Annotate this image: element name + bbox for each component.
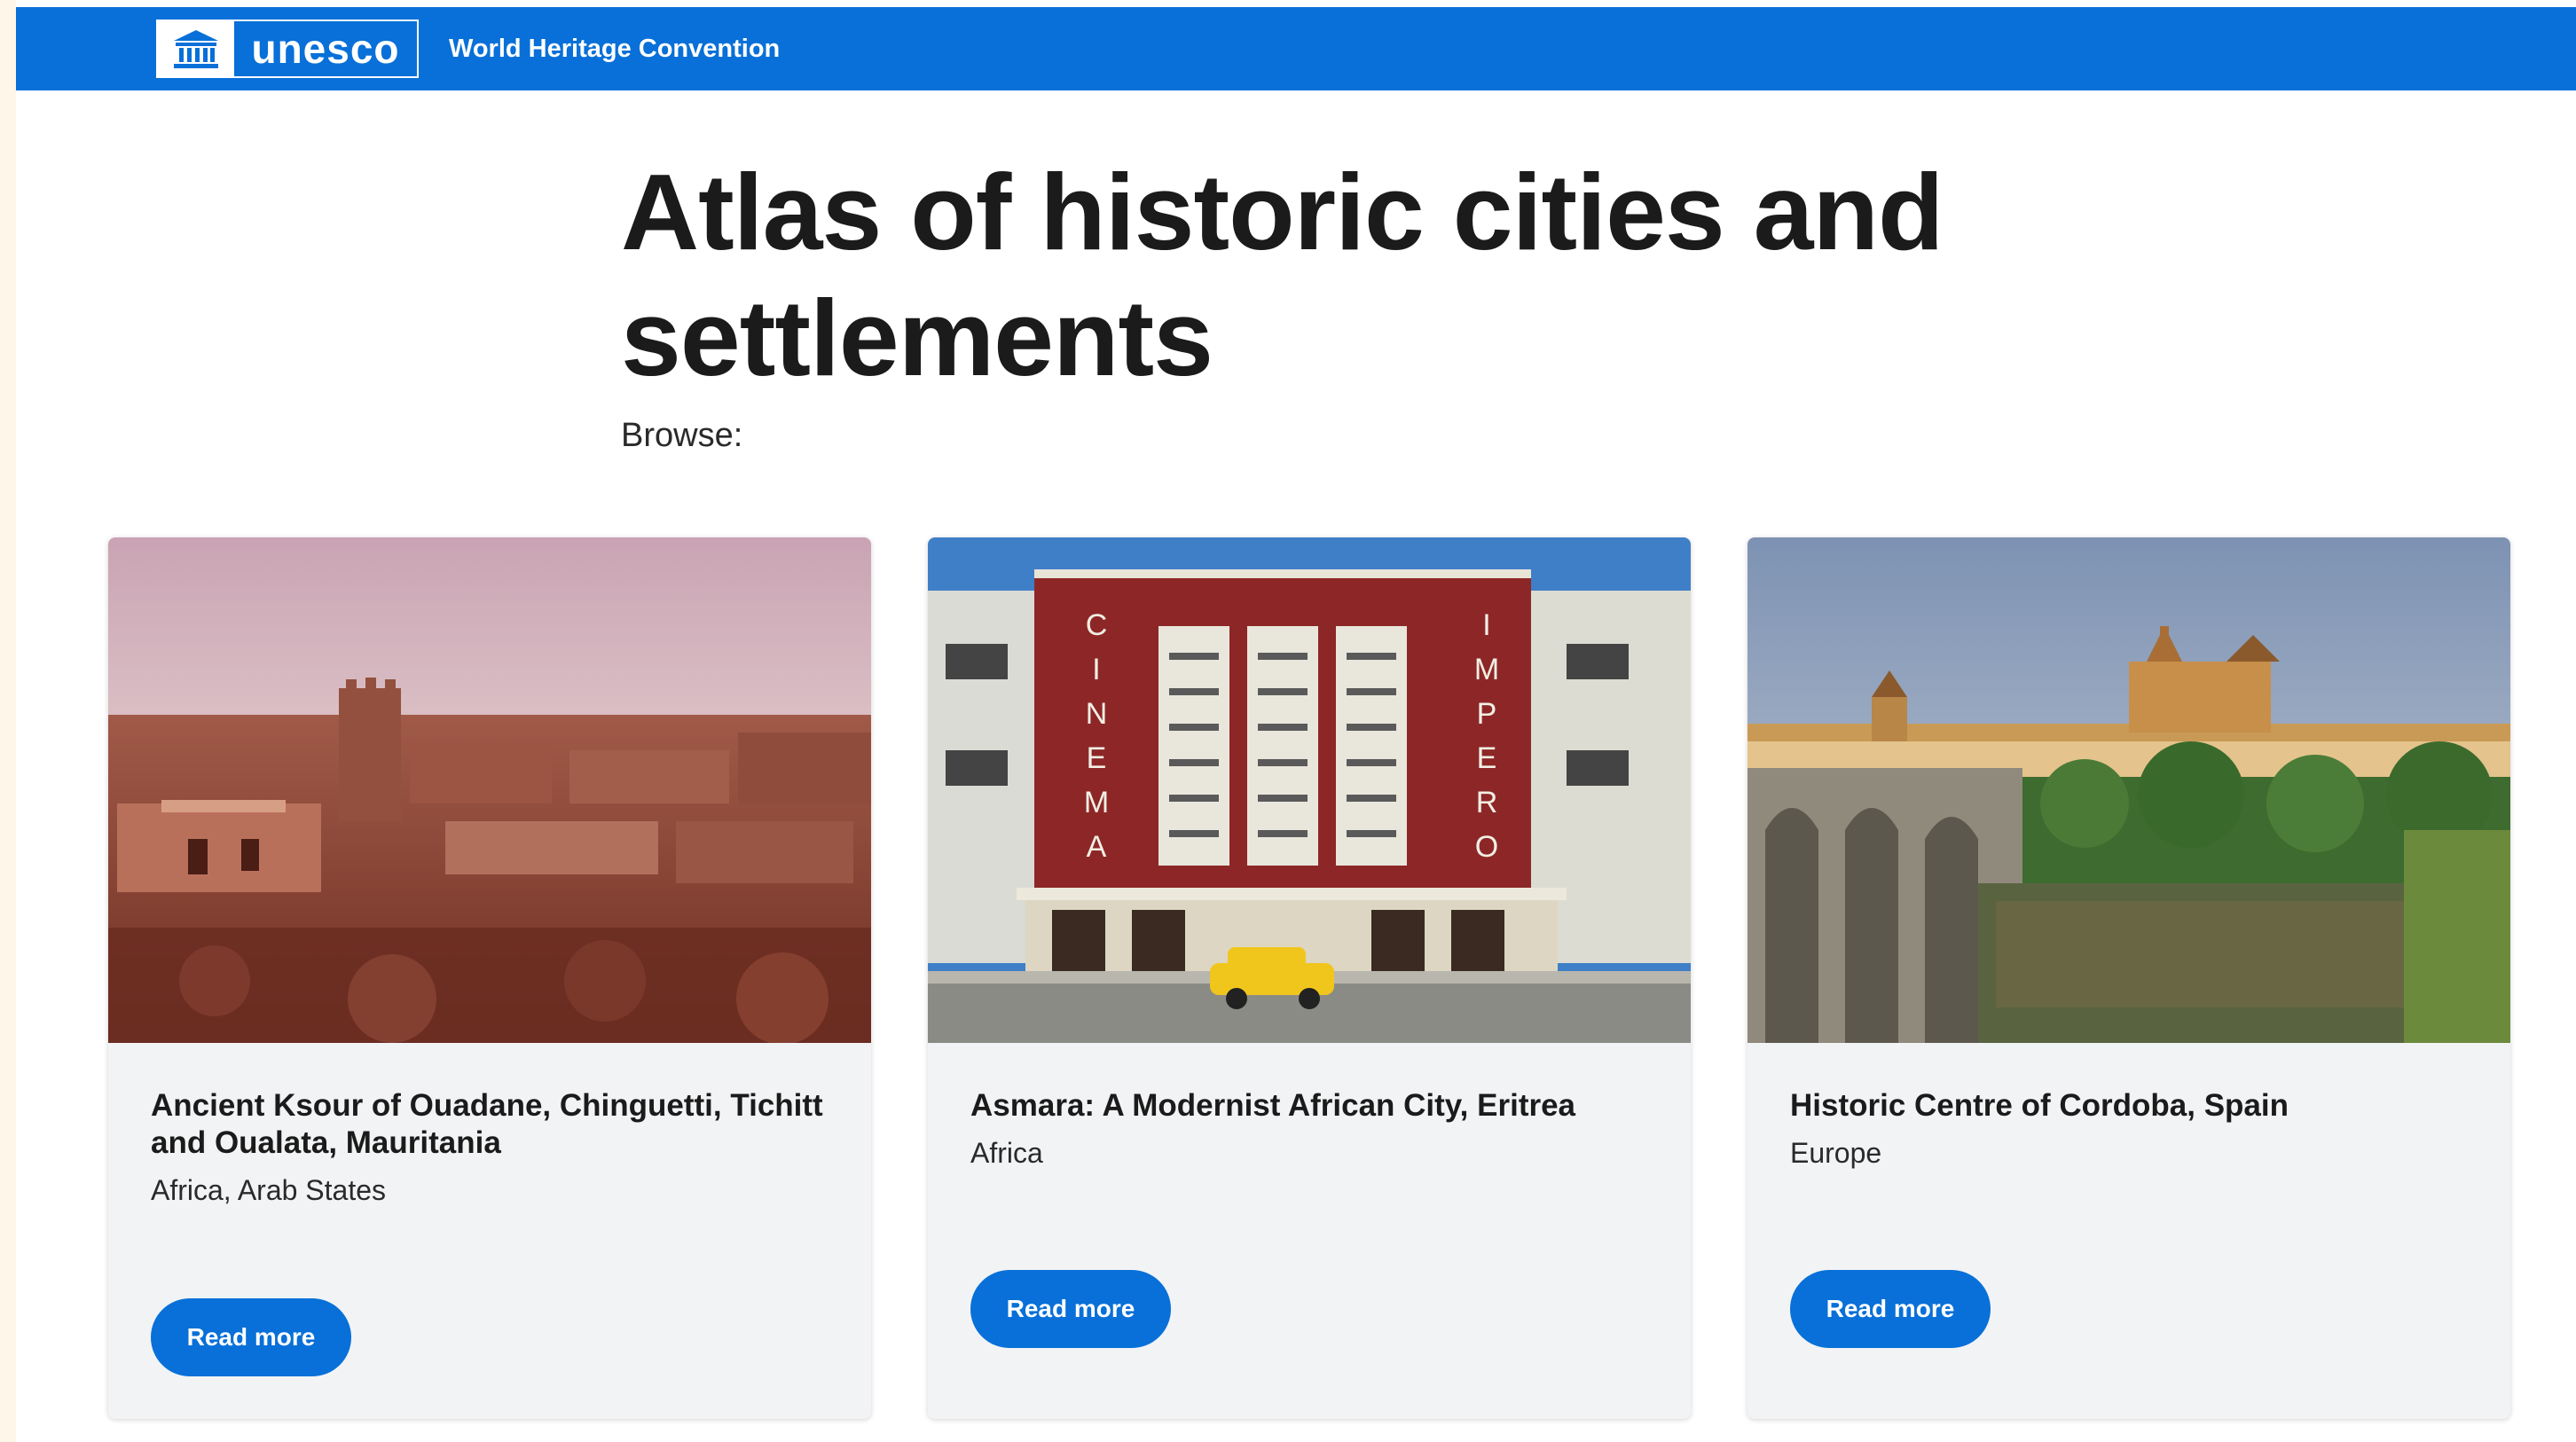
read-more-button[interactable]: Read more xyxy=(970,1270,1171,1348)
left-edge-strip xyxy=(0,0,16,1442)
cordoba-bridge-river-photo[interactable] xyxy=(1747,537,2510,1043)
cinema-impero-facade-photo[interactable]: C I N E M A I M P E R O xyxy=(928,537,1691,1043)
card-region: Europe xyxy=(1790,1137,1882,1169)
svg-text:M: M xyxy=(1084,786,1109,819)
site-card-cordoba[interactable]: Historic Centre of Cordoba, Spain Europe… xyxy=(1747,537,2510,1419)
card-title[interactable]: Asmara: A Modernist African City, Eritre… xyxy=(970,1087,1653,1125)
unesco-logo[interactable]: unesco xyxy=(156,20,419,78)
logo-wordmark: unesco xyxy=(251,26,400,72)
card-title[interactable]: Historic Centre of Cordoba, Spain xyxy=(1790,1087,2473,1125)
desert-ksour-ruins-photo[interactable] xyxy=(108,537,871,1043)
svg-text:R: R xyxy=(1476,786,1498,819)
svg-text:I: I xyxy=(1092,653,1100,686)
svg-text:N: N xyxy=(1086,697,1108,731)
site-card-ouadane[interactable]: Ancient Ksour of Ouadane, Chinguetti, Ti… xyxy=(108,537,871,1419)
temple-icon xyxy=(158,21,234,76)
svg-text:E: E xyxy=(1087,741,1107,775)
browse-label: Browse: xyxy=(621,417,743,454)
page-title: Atlas of historic cities and settlements xyxy=(621,152,1944,398)
impero-sign-text: I xyxy=(1482,608,1490,642)
top-navigation-bar: unesco World Heritage Convention xyxy=(16,7,2576,90)
svg-text:E: E xyxy=(1477,741,1497,775)
cinema-sign-text: C xyxy=(1086,608,1108,642)
card-region: Africa xyxy=(970,1137,1043,1169)
card-title[interactable]: Ancient Ksour of Ouadane, Chinguetti, Ti… xyxy=(151,1087,834,1162)
svg-text:A: A xyxy=(1087,830,1107,864)
svg-text:O: O xyxy=(1475,830,1498,864)
read-more-button[interactable]: Read more xyxy=(151,1298,351,1376)
site-title[interactable]: World Heritage Convention xyxy=(449,7,780,90)
svg-text:M: M xyxy=(1474,653,1499,686)
card-region: Africa, Arab States xyxy=(151,1174,387,1206)
svg-text:P: P xyxy=(1477,697,1497,731)
site-card-asmara[interactable]: C I N E M A I M P E R O Asmara: A Modern… xyxy=(928,537,1691,1419)
read-more-button[interactable]: Read more xyxy=(1790,1270,1991,1348)
